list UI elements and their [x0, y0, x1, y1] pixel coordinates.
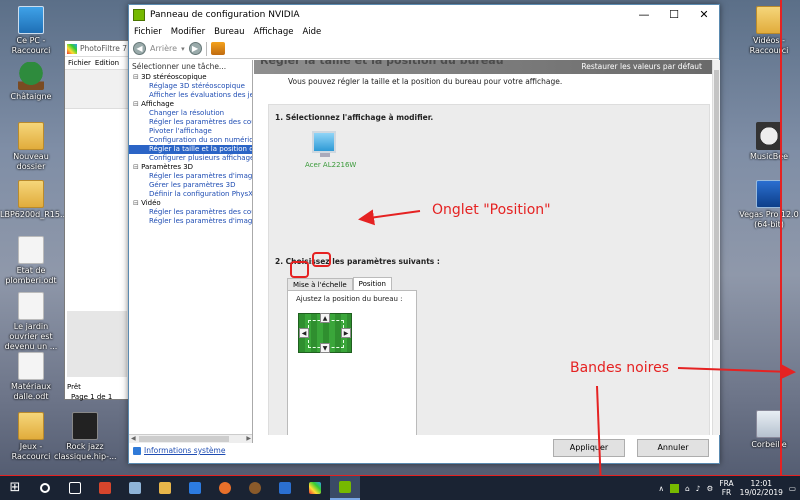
onglet-arrow [358, 209, 421, 226]
taskbar-app-nvidia[interactable] [330, 476, 360, 500]
search-icon[interactable] [30, 476, 60, 500]
taskbar-app-feather[interactable] [120, 476, 150, 500]
bandes-arrow-down [592, 385, 609, 492]
taskbar-app-writer[interactable] [270, 476, 300, 500]
chevron-up-icon[interactable]: ∧ [659, 484, 665, 493]
settings-tray-icon[interactable]: ⚙ [707, 484, 714, 493]
system-tray: ∧ ⌂ ♪ ⚙ FRA FR 12:01 19/02/2019 ▭ [659, 476, 796, 500]
taskbar-app-folder[interactable] [150, 476, 180, 500]
highlight-up-arrow [312, 252, 331, 267]
taskbar-app-photofiltre[interactable] [300, 476, 330, 500]
highlight-left-arrow [290, 261, 309, 278]
taskbar: ⊞ ∧ ⌂ ♪ ⚙ FRA FR 12:01 19/02/2019 ▭ [0, 476, 800, 500]
bandes-arrow-right [677, 363, 796, 380]
taskbar-app-firefox[interactable] [210, 476, 240, 500]
tray-app-icon[interactable] [670, 483, 680, 493]
network-icon[interactable]: ⌂ [685, 484, 690, 493]
onglet-position-annotation: Onglet "Position" [432, 202, 551, 218]
annotation-overlay [0, 0, 800, 492]
start-button[interactable]: ⊞ [0, 476, 30, 500]
volume-icon[interactable]: ♪ [696, 484, 701, 493]
clock[interactable]: 12:01 19/02/2019 [740, 479, 783, 497]
taskbar-app-red[interactable] [90, 476, 120, 500]
taskbar-app-game[interactable] [240, 476, 270, 500]
notification-icon[interactable]: ▭ [789, 484, 796, 493]
taskbar-app-media[interactable] [180, 476, 210, 500]
bandes-noires-annotation: Bandes noires [570, 360, 669, 376]
task-view-icon[interactable] [60, 476, 90, 500]
language-indicator[interactable]: FRA FR [719, 479, 733, 497]
